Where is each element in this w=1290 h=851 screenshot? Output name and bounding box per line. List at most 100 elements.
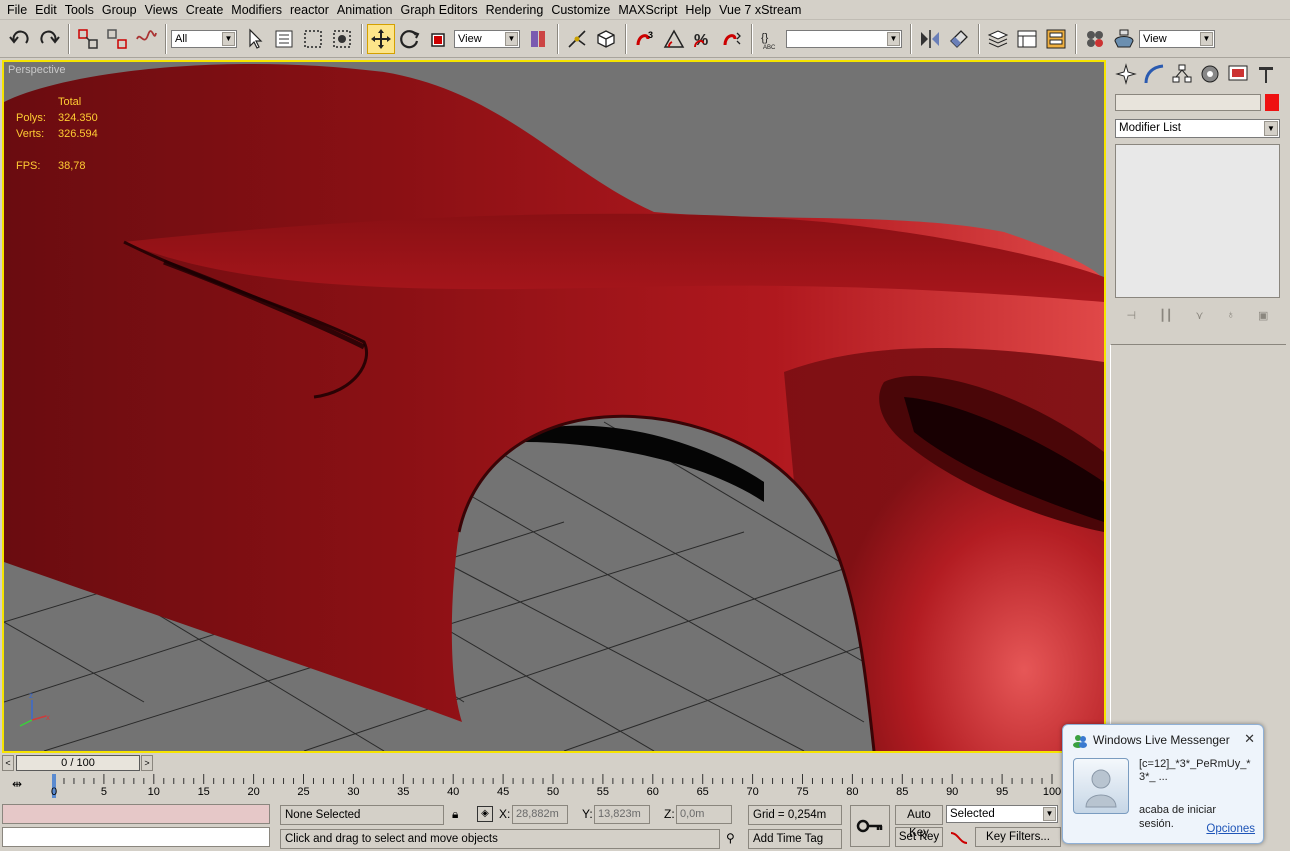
- menu-file[interactable]: File: [3, 0, 31, 20]
- selection-filter-dropdown[interactable]: All ▼: [171, 29, 237, 48]
- notification-contact-name: [c=12]_*3*_PeRmUy_* 3*_ ...: [1139, 758, 1251, 783]
- track-bar[interactable]: ⇹ 0 5 10 15 20 25 30 35 40 45 50 55 60 65 70 75 80 85 90 95…: [0, 773, 1070, 801]
- menu-vue-7-xstream[interactable]: Vue 7 xStream: [715, 0, 805, 20]
- display-tab-icon[interactable]: [1224, 61, 1252, 87]
- trackbar-tick-label: 60: [646, 786, 659, 798]
- messenger-logo-icon: [1073, 735, 1087, 748]
- auto-key-button[interactable]: Auto Key: [895, 805, 943, 839]
- render-view-dropdown[interactable]: View ▼: [1139, 29, 1215, 48]
- select-and-scale-icon[interactable]: [425, 24, 453, 54]
- curve-editor-icon[interactable]: [1013, 24, 1041, 54]
- viewport-label[interactable]: Perspective: [8, 64, 65, 76]
- menu-customize[interactable]: Customize: [547, 0, 614, 20]
- modifier-stack[interactable]: [1115, 144, 1280, 298]
- modify-tab-icon[interactable]: [1140, 61, 1168, 87]
- make-unique-icon[interactable]: ⋎: [1196, 309, 1204, 322]
- configure-modifier-sets-icon[interactable]: ▣: [1258, 309, 1268, 322]
- select-and-link-icon[interactable]: [74, 24, 102, 54]
- align-icon[interactable]: [945, 24, 973, 54]
- utilities-tab-icon[interactable]: [1252, 61, 1280, 87]
- time-tag-icon[interactable]: ⚲: [726, 831, 735, 845]
- trackbar-tick-label: 30: [347, 786, 360, 798]
- trackbar-tick-label: 65: [696, 786, 709, 798]
- absolute-mode-icon[interactable]: ◈: [477, 806, 493, 822]
- material-editor-icon[interactable]: [1081, 24, 1109, 54]
- set-keys-icon[interactable]: [850, 805, 890, 847]
- main-toolbar: All ▼ View ▼ 3 % {} ABC ▼ View ▼: [0, 20, 1290, 58]
- undo-icon[interactable]: [6, 24, 34, 54]
- trackbar-tick-label: 95: [995, 786, 1009, 798]
- select-and-rotate-icon[interactable]: [396, 24, 424, 54]
- render-setup-icon[interactable]: [1110, 24, 1138, 54]
- key-filters-button[interactable]: Key Filters...: [975, 827, 1061, 847]
- default-in-out-tangent-icon[interactable]: [948, 829, 970, 847]
- notification-options-link[interactable]: Opciones: [1206, 823, 1255, 835]
- edit-named-selections-icon[interactable]: {} ABC: [757, 24, 785, 54]
- menu-reactor[interactable]: reactor: [286, 0, 333, 20]
- pin-stack-icon[interactable]: ⊣: [1127, 309, 1137, 322]
- rectangle-selection-icon[interactable]: [299, 24, 327, 54]
- schematic-view-icon[interactable]: [1042, 24, 1070, 54]
- maxscript-listener-output[interactable]: [2, 827, 270, 847]
- use-pivot-center-icon[interactable]: [524, 24, 552, 54]
- reference-coordinate-dropdown[interactable]: View ▼: [454, 29, 520, 48]
- menu-tools[interactable]: Tools: [61, 0, 98, 20]
- redo-icon[interactable]: [35, 24, 63, 54]
- perspective-viewport[interactable]: Perspective Total Polys: 324.350 Verts: 32…: [2, 60, 1106, 753]
- show-end-result-icon[interactable]: ┃┃: [1159, 309, 1172, 322]
- menu-create[interactable]: Create: [182, 0, 228, 20]
- time-slider-next-button[interactable]: >: [141, 755, 153, 771]
- window-crossing-icon[interactable]: [328, 24, 356, 54]
- motion-tab-icon[interactable]: [1196, 61, 1224, 87]
- menu-rendering[interactable]: Rendering: [482, 0, 548, 20]
- close-icon[interactable]: ✕: [1244, 731, 1255, 747]
- command-panel-rollout-area: [1110, 344, 1286, 750]
- set-key-button[interactable]: Set Key: [895, 827, 943, 847]
- y-coordinate-field[interactable]: 13,823m: [594, 805, 650, 824]
- select-manipulate-icon[interactable]: [563, 24, 591, 54]
- key-mode-dropdown[interactable]: Selected ▼: [946, 805, 1058, 823]
- hierarchy-tab-icon[interactable]: [1168, 61, 1196, 87]
- select-by-name-icon[interactable]: [270, 24, 298, 54]
- keyboard-shortcut-icon[interactable]: [592, 24, 620, 54]
- unlink-icon[interactable]: [103, 24, 131, 54]
- menu-edit[interactable]: Edit: [31, 0, 61, 20]
- snaps-toggle-icon[interactable]: 3: [631, 24, 659, 54]
- menu-group[interactable]: Group: [98, 0, 141, 20]
- named-selection-dropdown[interactable]: ▼: [786, 29, 902, 48]
- menu-animation[interactable]: Animation: [333, 0, 397, 20]
- menu-help[interactable]: Help: [681, 0, 715, 20]
- angle-snap-icon[interactable]: [660, 24, 688, 54]
- maxscript-listener-input[interactable]: [2, 804, 270, 824]
- percent-snap-icon[interactable]: %: [689, 24, 717, 54]
- messenger-notification[interactable]: Windows Live Messenger ✕ [c=12]_*3*_PeRm…: [1062, 724, 1264, 844]
- add-time-tag-button[interactable]: Add Time Tag: [748, 829, 842, 849]
- bind-space-warp-icon[interactable]: [132, 24, 160, 54]
- create-tab-icon[interactable]: [1112, 61, 1140, 87]
- trackbar-tick-label: 100: [1042, 786, 1062, 798]
- select-object-icon[interactable]: [241, 24, 269, 54]
- svg-text:3: 3: [648, 30, 653, 40]
- layer-manager-icon[interactable]: [984, 24, 1012, 54]
- toolbar-separator: [68, 23, 70, 54]
- menu-maxscript[interactable]: MAXScript: [614, 0, 681, 20]
- toolbar-separator: [751, 23, 753, 54]
- x-coordinate-field[interactable]: 28,882m: [512, 805, 568, 824]
- trackbar-tick-label: 90: [946, 786, 959, 798]
- object-color-swatch[interactable]: [1265, 94, 1279, 111]
- spinner-snap-icon[interactable]: [718, 24, 746, 54]
- remove-modifier-icon[interactable]: ♁: [1227, 309, 1235, 321]
- mirror-icon[interactable]: [916, 24, 944, 54]
- object-name-field[interactable]: [1115, 94, 1261, 111]
- time-slider-thumb[interactable]: 0 / 100: [16, 755, 140, 771]
- menu-views[interactable]: Views: [141, 0, 182, 20]
- toolbar-separator: [361, 23, 363, 54]
- menu-modifiers[interactable]: Modifiers: [227, 0, 286, 20]
- z-coordinate-field[interactable]: 0,0m: [676, 805, 732, 824]
- selection-lock-icon[interactable]: 🔒︎: [452, 807, 458, 822]
- axis-tripod-icon: z x: [19, 692, 50, 727]
- select-and-move-icon[interactable]: [367, 23, 395, 54]
- modifier-list-dropdown[interactable]: Modifier List ▼: [1115, 119, 1280, 138]
- menu-graph-editors[interactable]: Graph Editors: [397, 0, 482, 20]
- time-slider-prev-button[interactable]: <: [2, 755, 14, 771]
